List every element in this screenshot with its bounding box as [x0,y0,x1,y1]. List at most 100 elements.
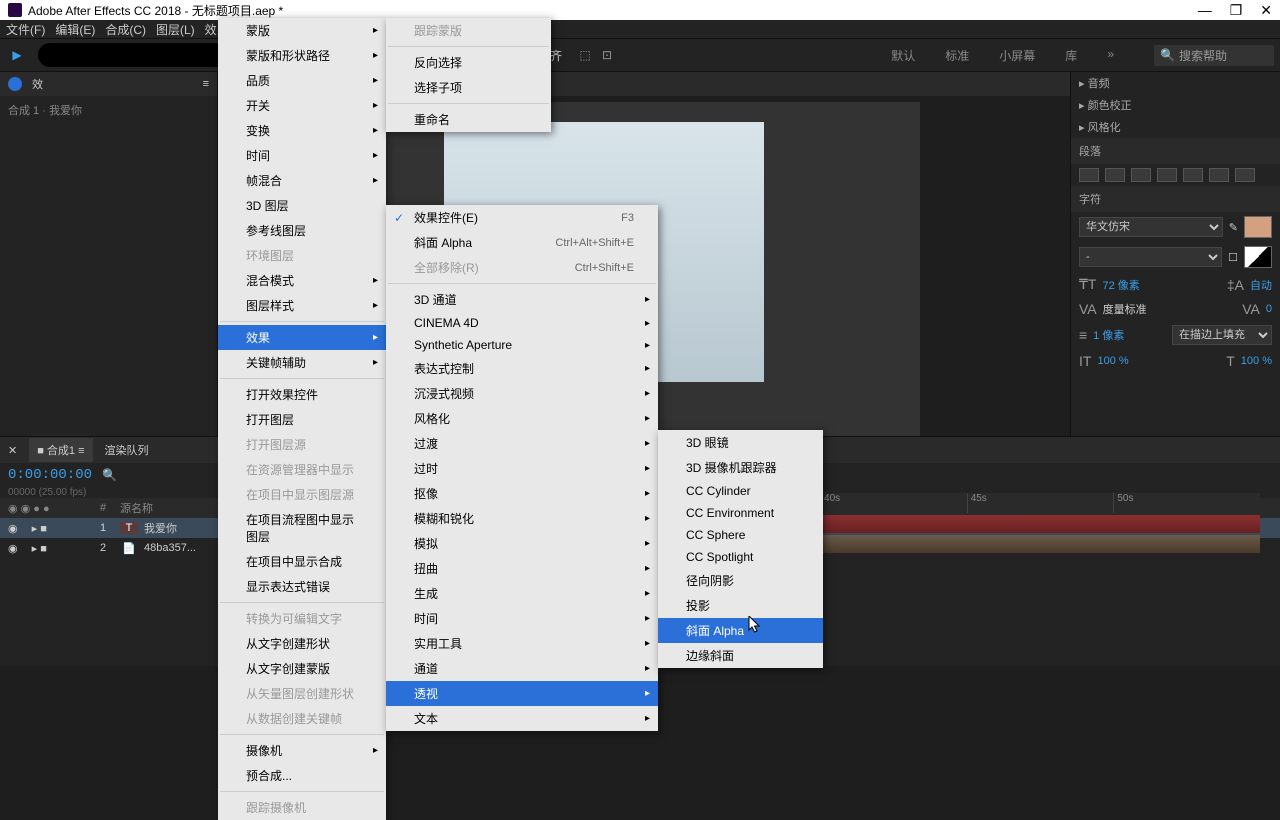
align-justify-l-icon[interactable] [1157,168,1177,182]
maximize-button[interactable]: ❐ [1230,2,1243,19]
menu-item[interactable]: 打开图层 [218,407,386,432]
fill-swatch[interactable] [1244,216,1272,238]
menu-effect[interactable]: 效 [205,21,217,38]
menu-item[interactable]: 从文字创建形状 [218,631,386,656]
menu-item[interactable]: 过渡 [386,431,658,456]
timecode[interactable]: 0:00:00:00 [8,467,92,483]
menu-item[interactable]: 抠像 [386,481,658,506]
tracking-value[interactable]: 0 [1266,303,1272,315]
stroke-toggle-icon[interactable]: ☐ [1228,251,1238,264]
menu-item[interactable]: 帧混合 [218,168,386,193]
menu-file[interactable]: 文件(F) [6,21,45,38]
menu-item[interactable]: 反向选择 [386,50,551,75]
menu-item[interactable]: 时间 [218,143,386,168]
menu-item[interactable]: 选择子项 [386,75,551,100]
menu-item[interactable]: CC Sphere [658,524,823,546]
stroke-mode[interactable]: 在描边上填充 [1172,325,1272,345]
leading-value[interactable]: 自动 [1250,277,1272,293]
workspace-more-icon[interactable]: » [1107,47,1114,64]
align-justify-r-icon[interactable] [1209,168,1229,182]
menu-item[interactable]: 通道 [386,656,658,681]
project-tab[interactable]: 效 [32,76,43,92]
menu-item[interactable]: 生成 [386,581,658,606]
stroke-width[interactable]: 1 像素 [1093,327,1124,343]
vscale-value[interactable]: 100 % [1097,355,1128,367]
menu-item[interactable]: 边缘斜面 [658,643,823,668]
font-select[interactable]: 华文仿宋 [1079,217,1223,237]
menu-item[interactable]: 混合模式 [218,268,386,293]
menu-item[interactable]: 3D 摄像机跟踪器 [658,455,823,480]
menu-item[interactable]: 径向阴影 [658,568,823,593]
menu-item[interactable]: 预合成... [218,763,386,788]
search-layers-icon[interactable]: 🔍 [102,468,117,482]
section-audio[interactable]: ▸ 音频 [1071,72,1280,94]
menu-item[interactable]: CINEMA 4D [386,312,658,334]
menu-item[interactable]: 在项目中显示合成 [218,549,386,574]
align-justify-c-icon[interactable] [1183,168,1203,182]
minimize-button[interactable]: — [1198,2,1212,19]
menu-item[interactable]: 沉浸式视频 [386,381,658,406]
align-right-icon[interactable] [1131,168,1151,182]
eyedropper-icon[interactable]: ✎ [1229,221,1238,234]
menu-item[interactable]: 图层样式 [218,293,386,318]
menu-item[interactable]: 模糊和锐化 [386,506,658,531]
menu-edit[interactable]: 编辑(E) [55,21,95,38]
menu-item[interactable]: 3D 图层 [218,193,386,218]
menu-item[interactable]: CC Spotlight [658,546,823,568]
menu-item[interactable]: Synthetic Aperture [386,334,658,356]
menu-item[interactable]: 表达式控制 [386,356,658,381]
section-paragraph[interactable]: 段落 [1071,138,1280,164]
menu-item[interactable]: 3D 眼镜 [658,430,823,455]
menu-item[interactable]: CC Environment [658,502,823,524]
menu-item[interactable]: 重命名 [386,107,551,132]
menu-item[interactable]: 实用工具 [386,631,658,656]
menu-item[interactable]: 过时 [386,456,658,481]
menu-item[interactable]: 文本 [386,706,658,731]
panel-dot-icon[interactable] [8,77,22,91]
menu-item[interactable]: 显示表达式错误 [218,574,386,599]
search-help[interactable]: 🔍 搜索帮助 [1154,45,1274,66]
menu-item[interactable]: 打开效果控件 [218,382,386,407]
menu-composition[interactable]: 合成(C) [105,21,146,38]
align-left-icon[interactable] [1079,168,1099,182]
align-justify-all-icon[interactable] [1235,168,1255,182]
menu-item[interactable]: 时间 [386,606,658,631]
menu-item[interactable]: 在项目流程图中显示图层 [218,507,386,549]
menu-item[interactable]: 扭曲 [386,556,658,581]
menu-item[interactable]: 变换 [218,118,386,143]
tool-icon-1[interactable]: ⬚ [574,44,596,66]
menu-item[interactable]: 效果控件(E)F3 [386,205,658,230]
menu-item[interactable]: 摄像机 [218,738,386,763]
align-center-icon[interactable] [1105,168,1125,182]
menu-item[interactable]: 参考线图层 [218,218,386,243]
stroke-swatch[interactable] [1244,246,1272,268]
menu-item[interactable]: 开关 [218,93,386,118]
menu-item[interactable]: 透视 [386,681,658,706]
font-style-select[interactable]: - [1079,247,1222,267]
close-button[interactable]: ✕ [1260,2,1272,19]
timeline-tab-comp[interactable]: ■ 合成1 ≡ [29,438,92,462]
menu-item[interactable]: 蒙版 [218,18,386,43]
menu-item[interactable]: 3D 通道 [386,287,658,312]
menu-item[interactable]: 品质 [218,68,386,93]
menu-item[interactable]: 斜面 AlphaCtrl+Alt+Shift+E [386,230,658,255]
menu-item[interactable]: 蒙版和形状路径 [218,43,386,68]
kerning-value[interactable]: 度量标准 [1103,301,1147,317]
menu-layer[interactable]: 图层(L) [156,21,195,38]
menu-item[interactable]: CC Cylinder [658,480,823,502]
tool-icon-2[interactable]: ⊡ [596,44,618,66]
timeline-tab-render[interactable]: 渲染队列 [105,442,149,458]
section-character[interactable]: 字符 [1071,186,1280,212]
menu-item[interactable]: 投影 [658,593,823,618]
section-stylize[interactable]: ▸ 风格化 [1071,116,1280,138]
menu-item[interactable]: 模拟 [386,531,658,556]
menu-item[interactable]: 关键帧辅助 [218,350,386,375]
workspace-small[interactable]: 小屏幕 [999,47,1035,64]
workspace-standard[interactable]: 标准 [945,47,969,64]
section-color[interactable]: ▸ 颜色校正 [1071,94,1280,116]
selection-tool-icon[interactable]: ▶ [6,44,28,66]
menu-item[interactable]: 从文字创建蒙版 [218,656,386,681]
menu-item[interactable]: 效果 [218,325,386,350]
font-size[interactable]: 72 像素 [1102,277,1139,293]
menu-item[interactable]: 风格化 [386,406,658,431]
